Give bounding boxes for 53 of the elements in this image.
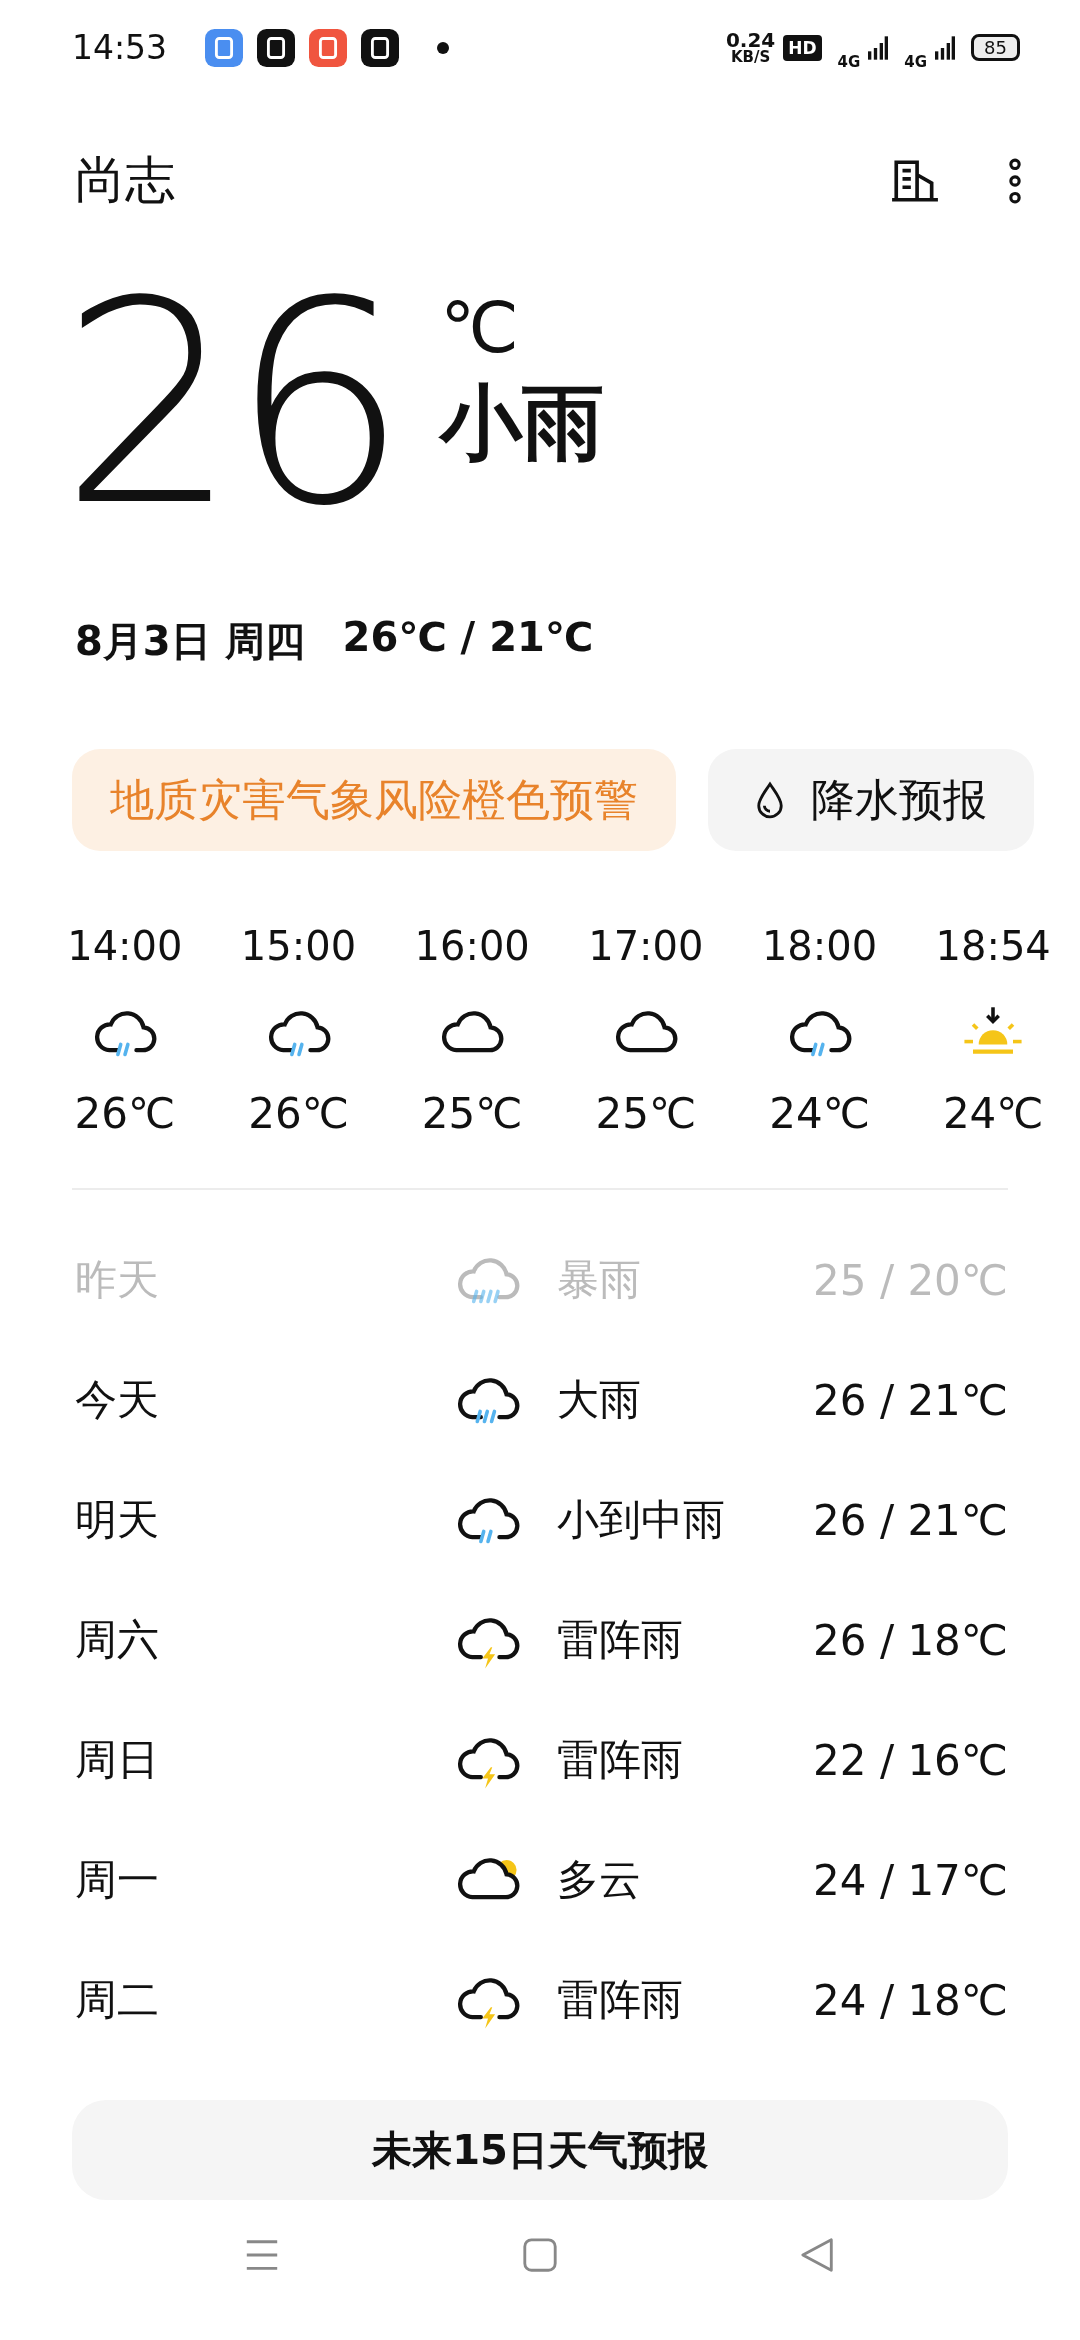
home-icon[interactable] xyxy=(521,2236,559,2274)
network-type: 4G xyxy=(904,52,928,71)
network-type: 4G xyxy=(837,52,861,71)
current-condition: 小雨 xyxy=(440,374,605,472)
day-name: 周日 xyxy=(75,1734,160,1786)
day-condition: 雷阵雨 xyxy=(557,1734,683,1786)
notification-dot-icon xyxy=(437,41,450,54)
day-name: 昨天 xyxy=(75,1254,160,1306)
hd-badge: HD xyxy=(783,34,822,61)
day-condition: 小到中雨 xyxy=(557,1494,725,1546)
day-condition: 大雨 xyxy=(557,1374,641,1426)
hour-temperature: 24℃ xyxy=(942,1089,1044,1138)
day-temperature-range: 26 / 18℃ xyxy=(813,1615,1008,1665)
date: 8月3日 周四 xyxy=(75,617,305,666)
hour-temperature: 26℃ xyxy=(74,1089,176,1138)
day-condition: 雷阵雨 xyxy=(557,1974,683,2026)
day-temperature-range: 24 / 17℃ xyxy=(813,1855,1008,1905)
day-condition: 多云 xyxy=(557,1854,641,1906)
day-temperature-range: 26 / 21℃ xyxy=(813,1495,1008,1545)
battery-level: 85 xyxy=(971,34,1020,61)
hour-time: 17:00 xyxy=(588,923,704,969)
signal-icon xyxy=(935,35,956,60)
signal-icon xyxy=(868,35,889,60)
speed-unit: KB/S xyxy=(730,50,771,65)
day-condition: 雷阵雨 xyxy=(557,1614,683,1666)
day-temperature-range: 22 / 16℃ xyxy=(813,1735,1008,1785)
day-condition: 暴雨 xyxy=(557,1254,641,1306)
network-speed: 0.24 xyxy=(725,30,776,50)
hour-time: 14:00 xyxy=(67,923,183,969)
hour-temperature: 25℃ xyxy=(421,1089,523,1138)
current-temperature: 26 xyxy=(60,264,401,544)
hour-temperature: 24℃ xyxy=(769,1089,870,1138)
forecast-button[interactable]: 未来15日天气预报 xyxy=(72,2100,1008,2200)
day-name: 周六 xyxy=(75,1614,160,1666)
city-name: 尚志 xyxy=(75,150,175,211)
hour-temperature: 25℃ xyxy=(595,1089,697,1138)
drop-icon xyxy=(755,781,785,819)
day-temperature-range: 25 / 20℃ xyxy=(813,1255,1008,1305)
hour-temperature: 26℃ xyxy=(248,1089,349,1138)
temperature-unit: ℃ xyxy=(440,286,520,370)
day-name: 周二 xyxy=(75,1974,160,2026)
temperature-range: 26℃ / 21℃ xyxy=(342,614,594,662)
status-time: 14:53 xyxy=(72,28,168,67)
day-name: 周一 xyxy=(75,1854,160,1906)
day-temperature-range: 26 / 21℃ xyxy=(813,1375,1008,1425)
hour-time: 16:00 xyxy=(414,923,530,969)
day-name: 今天 xyxy=(75,1374,160,1426)
day-name: 明天 xyxy=(75,1494,160,1546)
precipitation-button[interactable]: 降水预报 xyxy=(708,749,1034,851)
hour-time: 18:00 xyxy=(761,923,878,969)
hour-time: 15:00 xyxy=(240,923,357,969)
hour-time: 18:54 xyxy=(935,923,1051,969)
day-temperature-range: 24 / 18℃ xyxy=(813,1975,1008,2025)
